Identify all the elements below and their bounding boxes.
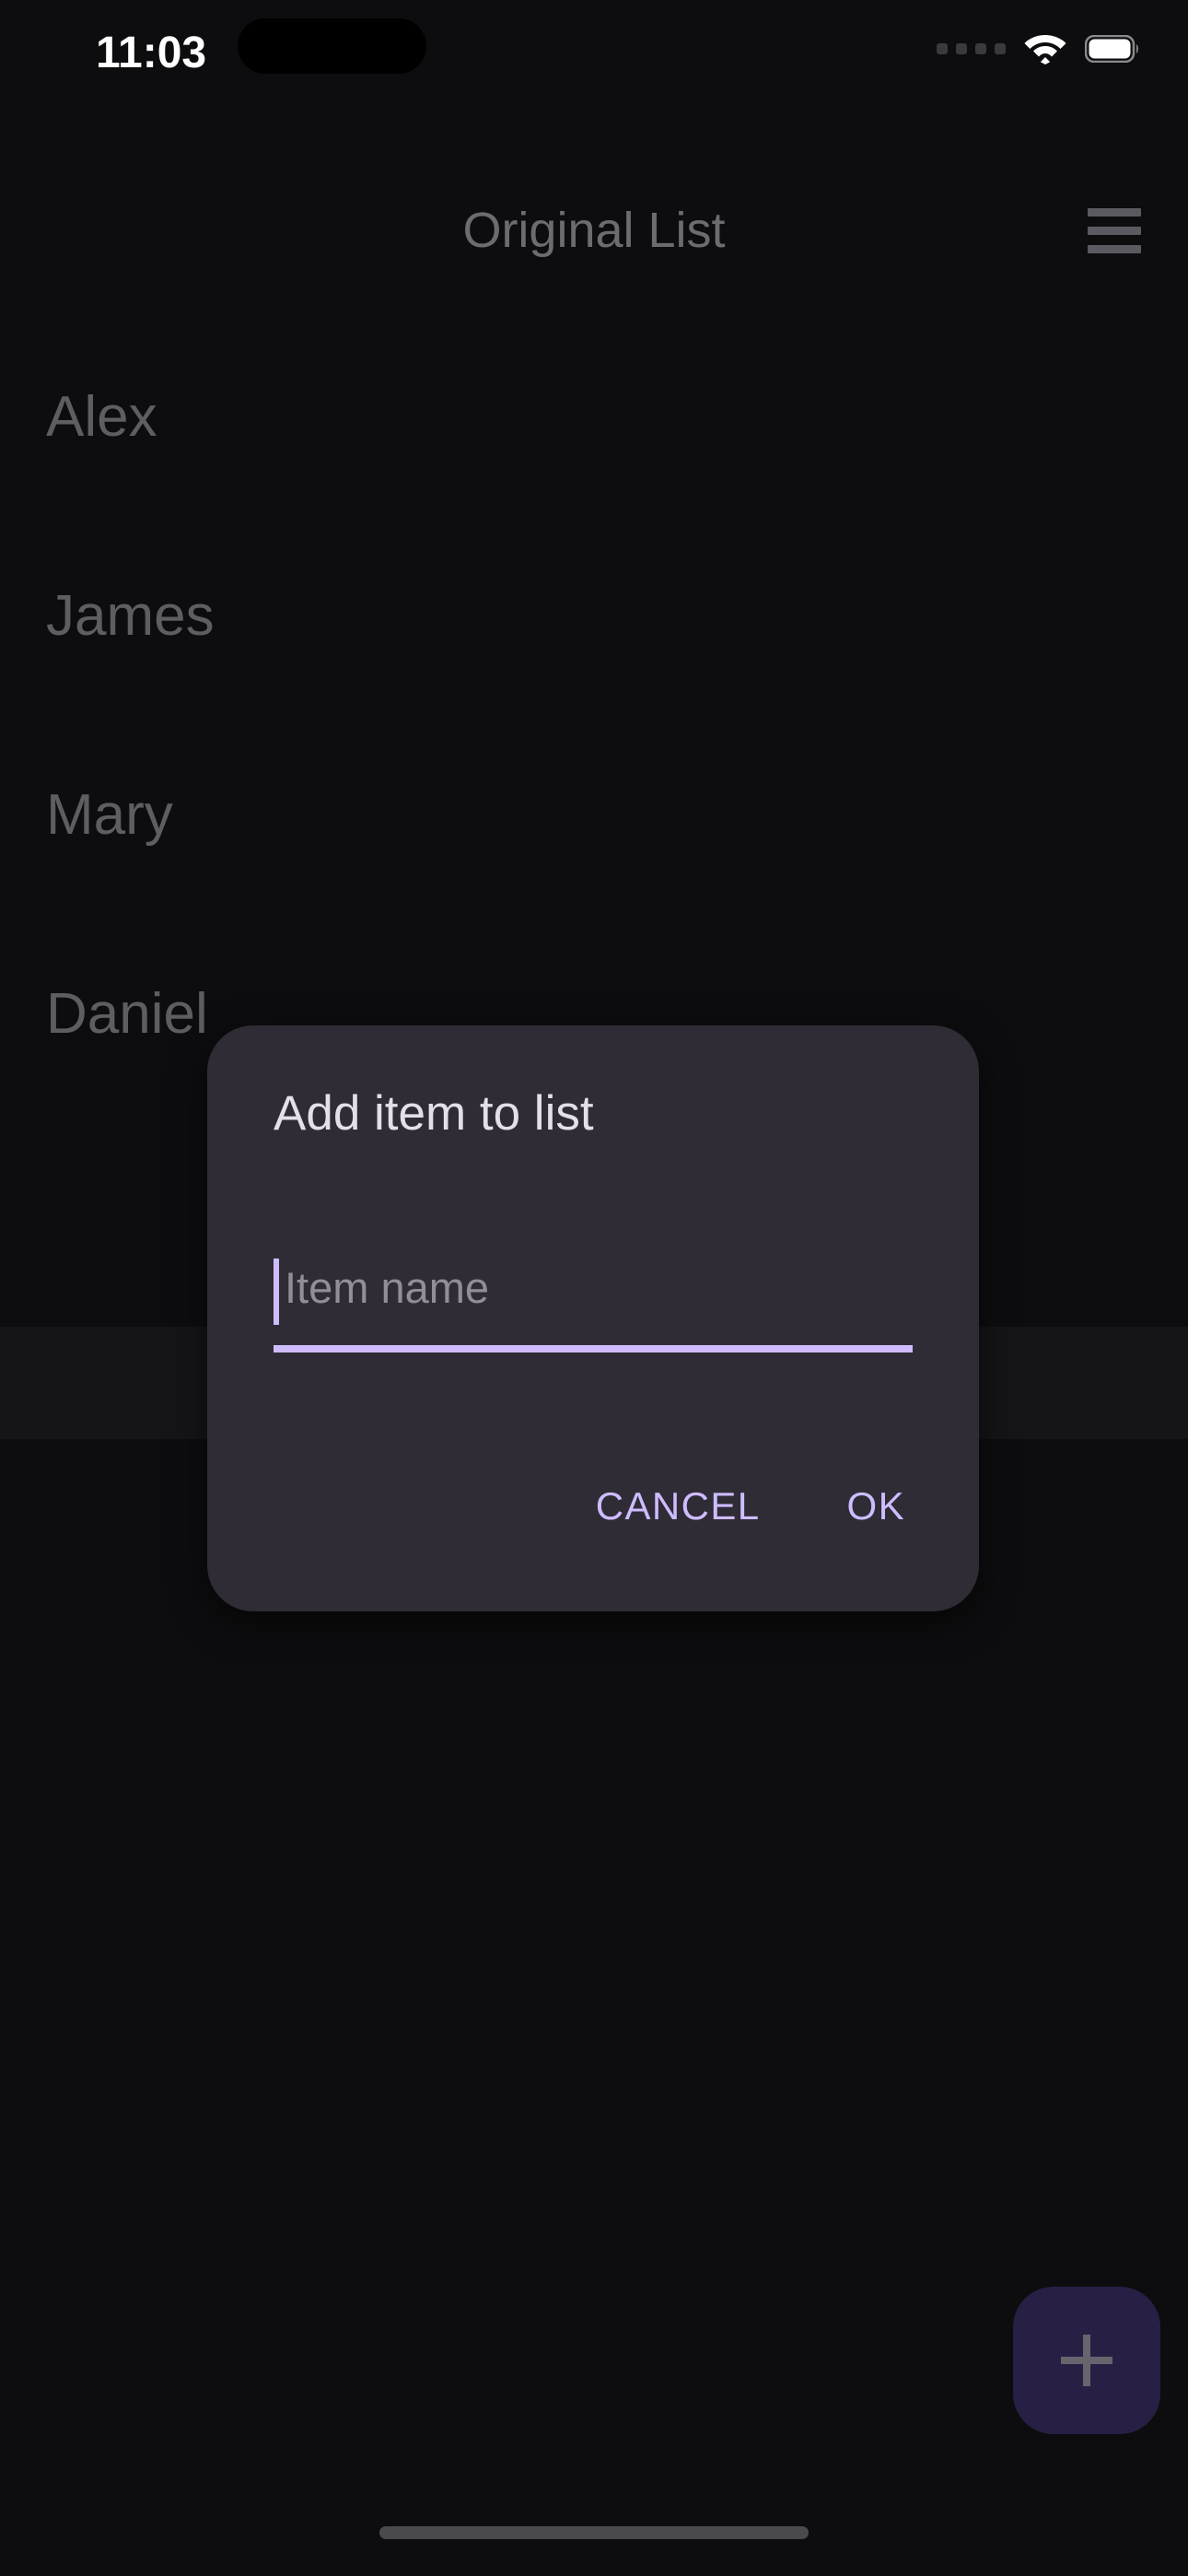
list-item-label: James bbox=[46, 584, 215, 648]
app-bar: Original List bbox=[0, 175, 1188, 286]
list-item-label: Alex bbox=[46, 385, 157, 449]
list-item[interactable]: Alex bbox=[0, 318, 1188, 517]
page-title: Original List bbox=[462, 203, 726, 258]
plus-icon bbox=[1061, 2335, 1112, 2386]
item-name-input[interactable]: Item name bbox=[274, 1251, 913, 1352]
dialog-actions: CANCEL OK bbox=[576, 1471, 926, 1541]
list-item[interactable]: Mary bbox=[0, 716, 1188, 915]
status-bar: 11:03 bbox=[0, 0, 1188, 101]
status-bar-indicators bbox=[937, 28, 1140, 70]
add-item-fab[interactable] bbox=[1013, 2287, 1160, 2434]
home-indicator[interactable] bbox=[379, 2526, 809, 2539]
cellular-dots-icon bbox=[937, 43, 1006, 54]
hamburger-menu-icon[interactable] bbox=[1073, 193, 1156, 267]
ok-button[interactable]: OK bbox=[827, 1471, 926, 1541]
dialog-title: Add item to list bbox=[274, 1086, 594, 1141]
input-underline bbox=[274, 1345, 913, 1352]
wifi-icon bbox=[1024, 35, 1066, 64]
battery-full-icon bbox=[1085, 35, 1138, 63]
item-list: Alex James Mary Daniel bbox=[0, 318, 1188, 1114]
add-item-dialog: Add item to list Item name CANCEL OK bbox=[207, 1025, 979, 1611]
phone-screen: 11:03 Original List Alex James Mary Dani… bbox=[0, 0, 1188, 2576]
item-name-placeholder: Item name bbox=[285, 1263, 490, 1312]
dynamic-island bbox=[238, 18, 426, 74]
cancel-button[interactable]: CANCEL bbox=[576, 1471, 781, 1541]
list-item-label: Daniel bbox=[46, 982, 208, 1046]
list-item-label: Mary bbox=[46, 783, 173, 847]
text-cursor bbox=[274, 1259, 279, 1325]
list-item[interactable]: James bbox=[0, 517, 1188, 716]
